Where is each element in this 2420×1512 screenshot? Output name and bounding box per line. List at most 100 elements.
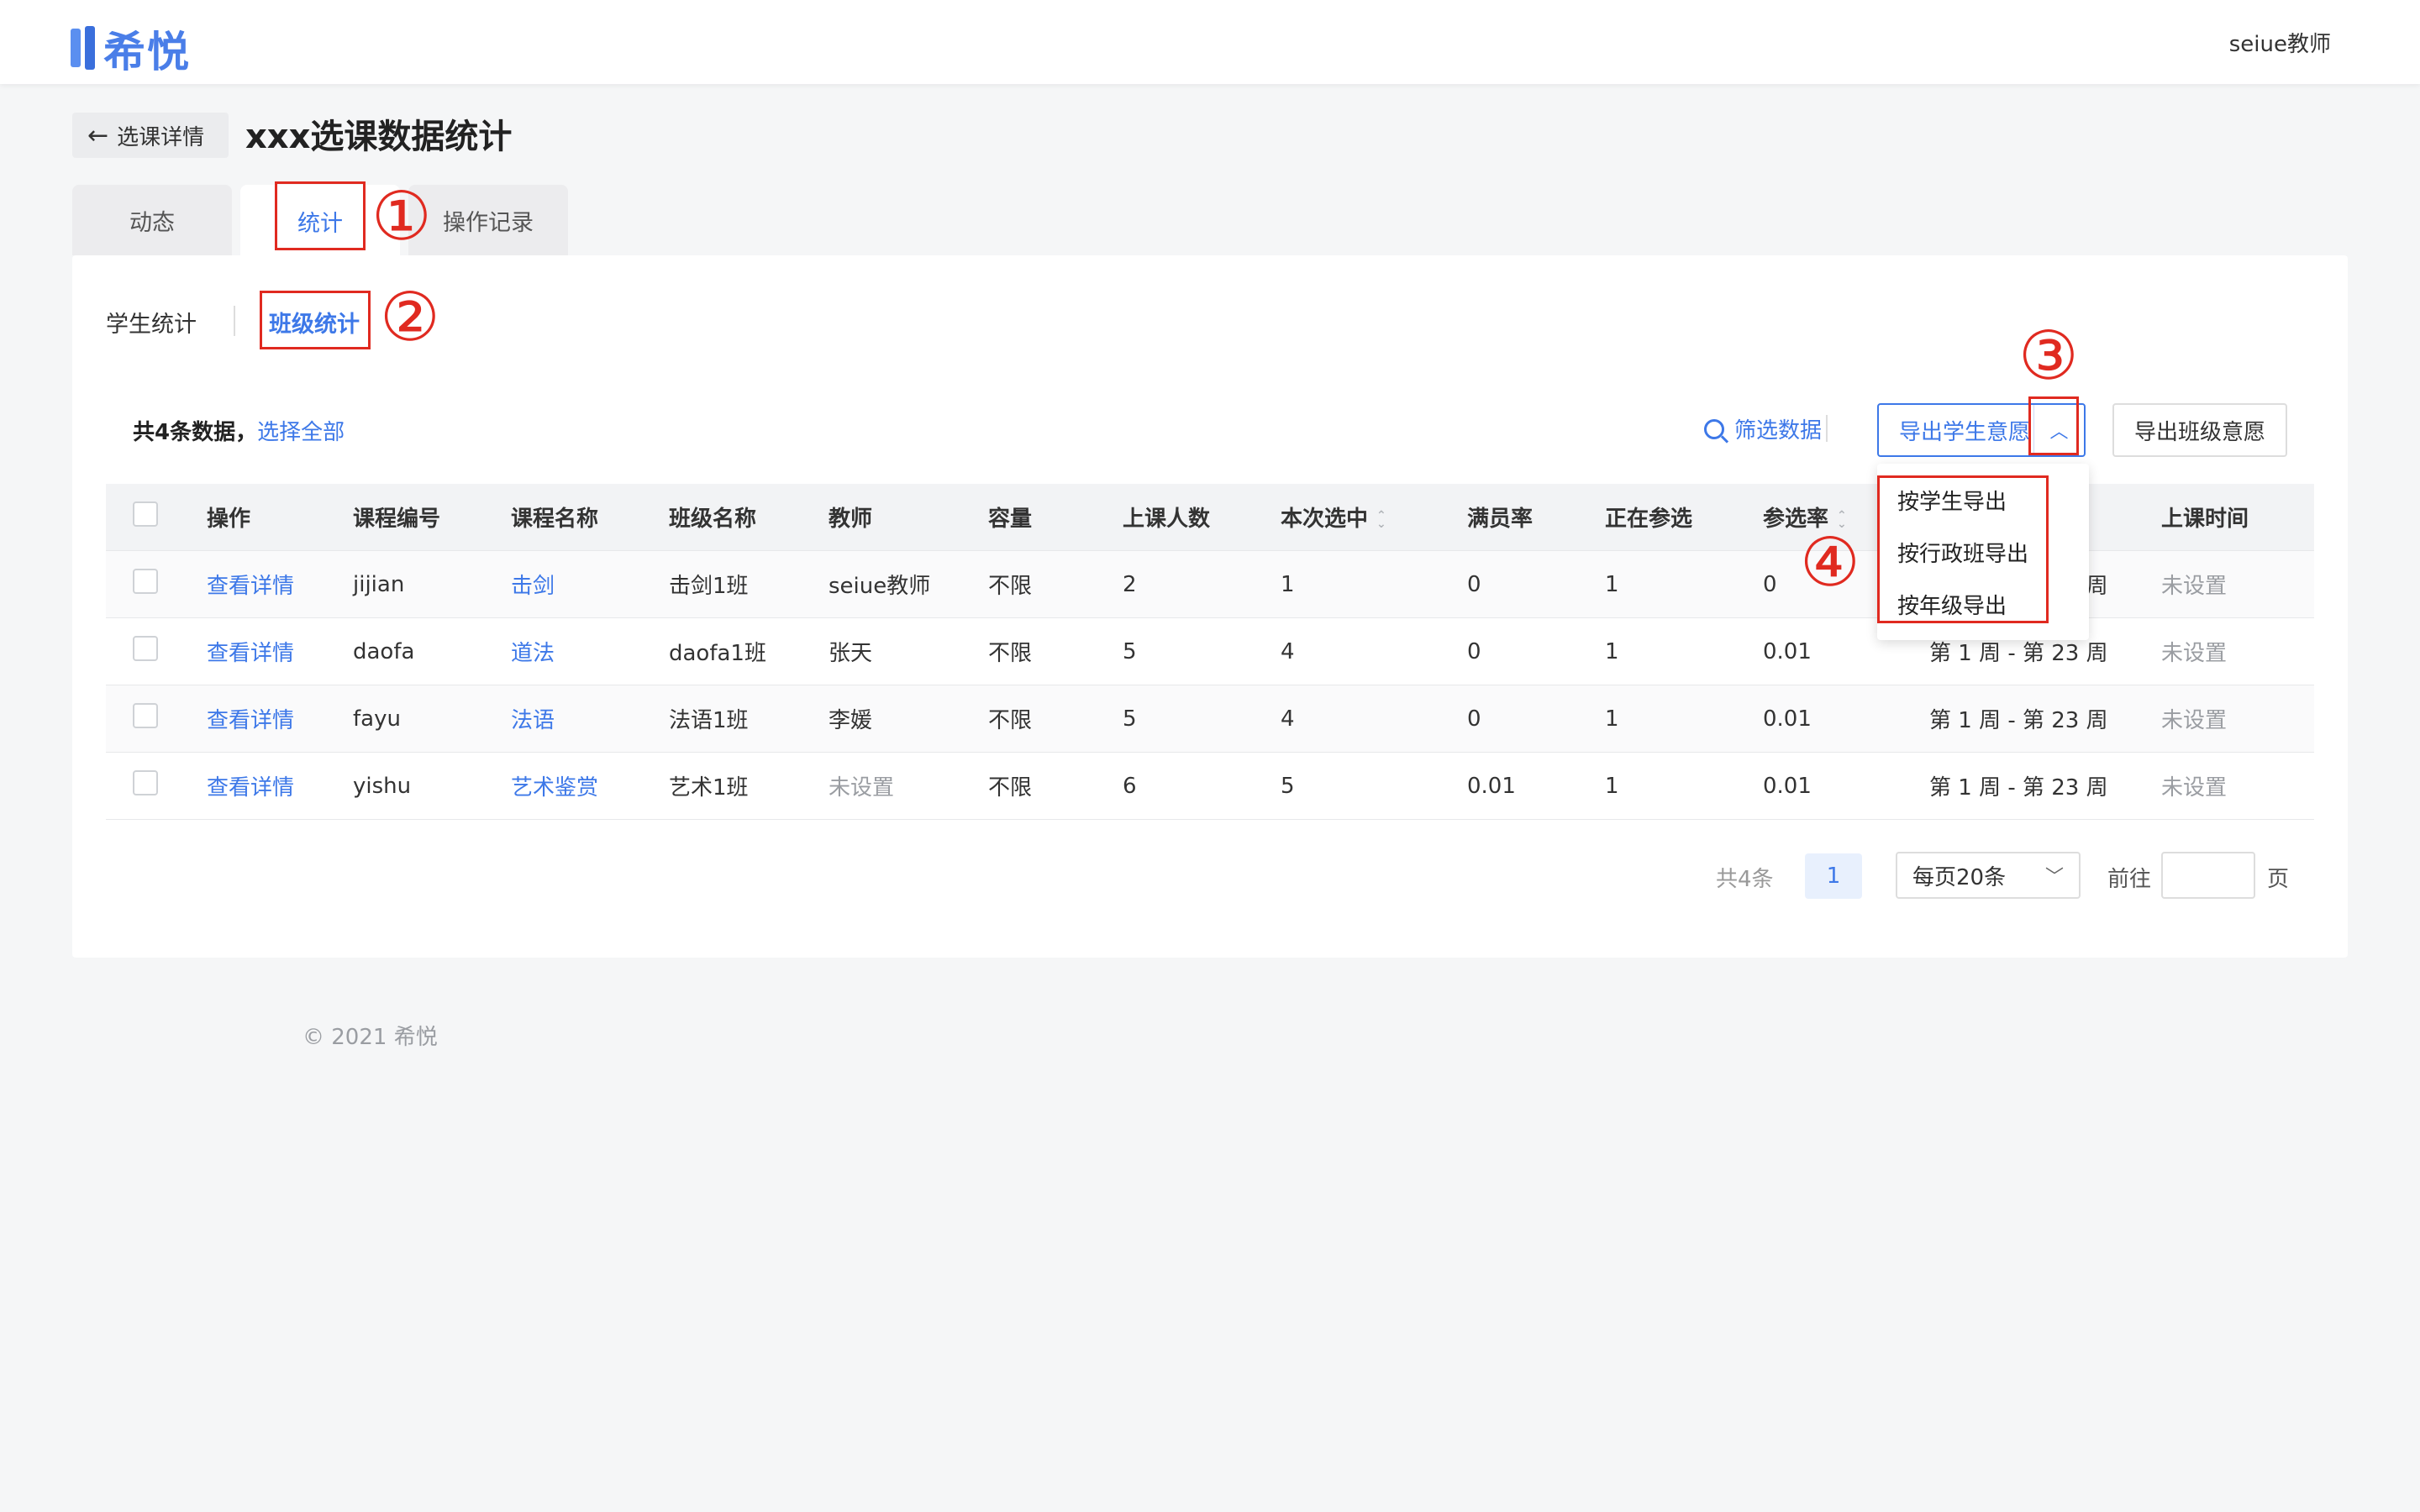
view-details-link[interactable]: 查看详情 <box>207 770 353 801</box>
sort-icon[interactable]: ⌃ ⌄ <box>1376 510 1386 530</box>
time-cell: 未设置 <box>2161 641 2228 666</box>
enrolled-cell: 5 <box>1123 638 1137 664</box>
subtab-divider <box>234 306 235 336</box>
pending-cell: 1 <box>1605 571 1619 597</box>
selected-cell: 1 <box>1281 571 1295 597</box>
header-selected-label: 本次选中 <box>1281 507 1369 532</box>
logo-mark-icon <box>71 25 95 70</box>
annotation-1: ① <box>371 177 432 255</box>
full-rate-cell: 0 <box>1467 638 1481 664</box>
time-cell: 未设置 <box>2161 775 2228 801</box>
row-checkbox-cell <box>106 636 207 667</box>
goto-unit: 页 <box>2267 867 2290 892</box>
pagination-page-1[interactable]: 1 <box>1805 853 1862 899</box>
select-all-link[interactable]: 选择全部 <box>257 420 345 445</box>
goto-page-input[interactable] <box>2161 852 2255 899</box>
header-checkbox-cell <box>106 501 207 533</box>
top-navbar: 希悦 seiue教师 <box>0 0 2420 84</box>
enrolled-cell: 2 <box>1123 571 1137 597</box>
table-row: 查看详情 yishu 艺术鉴赏 艺术1班 未设置 不限 6 5 0.01 1 0.01 第 1 周 -… <box>106 753 2314 820</box>
class-name-cell: daofa1班 <box>669 641 766 666</box>
weeks-cell: 第 1 周 - 第 23 周 <box>1929 708 2108 733</box>
footer-copyright: © 2021 希悦 <box>302 1025 438 1050</box>
goto-label: 前往 <box>2107 867 2152 892</box>
header-pending: 正在参选 <box>1605 507 1693 532</box>
teacher-cell: 张天 <box>829 641 873 666</box>
header-time: 上课时间 <box>2161 507 2249 532</box>
time-cell: 未设置 <box>2161 574 2228 599</box>
row-checkbox[interactable] <box>133 770 158 795</box>
course-name-link[interactable]: 法语 <box>511 703 669 734</box>
header-selected[interactable]: 本次选中 ⌃ ⌄ <box>1281 501 1467 533</box>
page-size-select[interactable]: 每页20条 ﹀ <box>1896 852 2081 899</box>
filter-data-label: 筛选数据 <box>1734 418 1823 444</box>
class-name-cell: 艺术1班 <box>669 775 749 801</box>
row-checkbox-cell <box>106 703 207 734</box>
view-details-link[interactable]: 查看详情 <box>207 703 353 734</box>
view-details-link[interactable]: 查看详情 <box>207 636 353 667</box>
class-name-cell: 击剑1班 <box>669 574 749 599</box>
teacher-cell: 李媛 <box>829 708 873 733</box>
annotation-box-2 <box>260 291 371 349</box>
header-course-code: 课程编号 <box>353 507 441 532</box>
weeks-cell: 第 1 周 - 第 23 周 <box>1929 641 2108 666</box>
tab-operation-log[interactable]: 操作记录 <box>408 185 568 255</box>
capacity-cell: 不限 <box>988 641 1033 666</box>
row-checkbox-cell <box>106 569 207 600</box>
row-checkbox[interactable] <box>133 569 158 594</box>
pagination-total: 共4条 <box>1716 867 1774 892</box>
header-action: 操作 <box>207 507 251 532</box>
rate-cell: 0.01 <box>1763 706 1812 732</box>
filter-data-button[interactable]: 筛选数据 <box>1704 413 1822 444</box>
time-cell: 未设置 <box>2161 708 2228 733</box>
logo-text: 希悦 <box>103 28 191 76</box>
capacity-cell: 不限 <box>988 708 1033 733</box>
course-name-link[interactable]: 艺术鉴赏 <box>511 770 669 801</box>
annotation-box-4 <box>1877 475 2049 623</box>
header-enrolled: 上课人数 <box>1123 507 1211 532</box>
full-rate-cell: 0.01 <box>1467 773 1516 799</box>
export-classes-button[interactable]: 导出班级意愿 <box>2112 403 2287 457</box>
header-class-name: 班级名称 <box>669 507 757 532</box>
course-code-cell: daofa <box>353 638 415 664</box>
pagination: 共4条 1 每页20条 ﹀ 前往 页 <box>72 850 2348 900</box>
toolbar-divider <box>1826 415 1828 442</box>
row-checkbox[interactable] <box>133 636 158 661</box>
table-row: 查看详情 fayu 法语 法语1班 李媛 不限 5 4 0 1 0.01 第 1 周 - 第 23 周… <box>106 685 2314 753</box>
annotation-box-1 <box>275 181 366 250</box>
back-button[interactable]: ← 选课详情 <box>72 113 229 158</box>
annotation-4: ④ <box>1800 523 1860 601</box>
header-teacher: 教师 <box>829 507 873 532</box>
arrow-left-icon: ← <box>87 120 109 150</box>
back-button-label: 选课详情 <box>117 124 205 150</box>
capacity-cell: 不限 <box>988 574 1033 599</box>
course-code-cell: jijian <box>353 571 405 597</box>
view-details-link[interactable]: 查看详情 <box>207 569 353 600</box>
header-course-name: 课程名称 <box>511 507 599 532</box>
pending-cell: 1 <box>1605 638 1619 664</box>
user-name[interactable]: seiue教师 <box>2229 27 2331 58</box>
select-all-checkbox[interactable] <box>133 501 158 527</box>
search-icon <box>1704 418 1724 439</box>
row-checkbox[interactable] <box>133 703 158 728</box>
full-rate-cell: 0 <box>1467 706 1481 732</box>
pending-cell: 1 <box>1605 706 1619 732</box>
teacher-cell: 未设置 <box>829 775 895 801</box>
subtab-student-stats[interactable]: 学生统计 <box>106 306 197 339</box>
app-logo[interactable]: 希悦 <box>71 18 191 79</box>
course-name-link[interactable]: 道法 <box>511 636 669 667</box>
row-checkbox-cell <box>106 770 207 801</box>
selected-cell: 4 <box>1281 638 1295 664</box>
annotation-2: ② <box>380 278 440 356</box>
chevron-down-icon: ﹀ <box>2044 867 2064 888</box>
capacity-cell: 不限 <box>988 775 1033 801</box>
course-code-cell: yishu <box>353 773 412 799</box>
pending-cell: 1 <box>1605 773 1619 799</box>
selected-cell: 5 <box>1281 773 1295 799</box>
tab-dynamics[interactable]: 动态 <box>72 185 232 255</box>
data-count: 共4条数据， <box>133 420 258 445</box>
course-code-cell: fayu <box>353 706 401 732</box>
enrolled-cell: 5 <box>1123 706 1137 732</box>
rate-cell: 0.01 <box>1763 638 1812 664</box>
course-name-link[interactable]: 击剑 <box>511 569 669 600</box>
